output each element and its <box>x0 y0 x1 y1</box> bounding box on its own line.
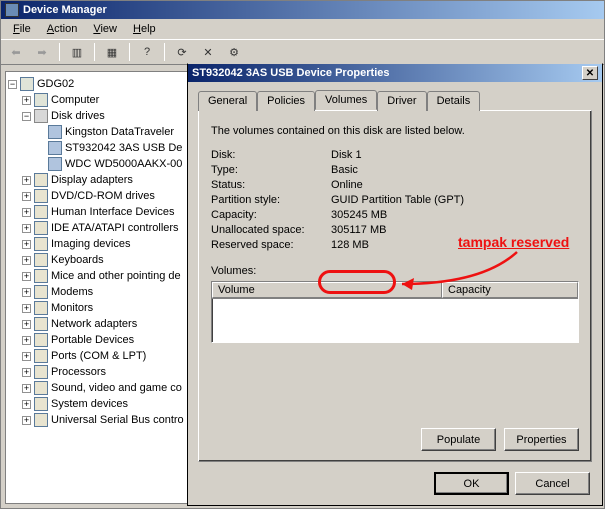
panel-description: The volumes contained on this disk are l… <box>211 125 579 137</box>
tab-details[interactable]: Details <box>427 91 481 111</box>
disk-icon <box>48 125 62 139</box>
disk-value: Disk 1 <box>331 149 362 161</box>
reserved-label: Reserved space: <box>211 239 331 251</box>
cancel-button[interactable]: Cancel <box>515 472 590 495</box>
status-value: Online <box>331 179 363 191</box>
menubar: File Action View Help <box>1 19 604 39</box>
tab-driver[interactable]: Driver <box>377 91 426 111</box>
volumes-listview[interactable]: Volume Capacity <box>211 281 579 343</box>
computer-icon <box>34 93 48 107</box>
mouse-icon <box>34 269 48 283</box>
partition-value: GUID Partition Table (GPT) <box>331 194 464 206</box>
status-label: Status: <box>211 179 331 191</box>
dialog-title: ST932042 3AS USB Device Properties <box>192 67 390 79</box>
tab-volumes[interactable]: Volumes <box>315 90 377 110</box>
menu-action[interactable]: Action <box>39 21 86 37</box>
partition-label: Partition style: <box>211 194 331 206</box>
ports-icon <box>34 349 48 363</box>
update-button[interactable]: ⚙ <box>223 42 245 62</box>
toolbar-separator <box>59 43 60 61</box>
properties-button[interactable]: Properties <box>504 428 579 451</box>
show-hide-tree-button[interactable]: ▥ <box>66 42 88 62</box>
dialog-titlebar: ST932042 3AS USB Device Properties ✕ <box>188 64 602 82</box>
volumes-section-label: Volumes: <box>211 265 579 277</box>
display-icon <box>34 173 48 187</box>
reserved-value: 128 MB <box>331 239 369 251</box>
dialog-buttons: OK Cancel <box>434 472 590 495</box>
cpu-icon <box>34 365 48 379</box>
toolbar-separator <box>129 43 130 61</box>
capacity-value: 305245 MB <box>331 209 387 221</box>
back-button[interactable]: ⬅ <box>5 42 27 62</box>
dvd-icon <box>34 189 48 203</box>
dialog-body: General Policies Volumes Driver Details … <box>188 82 602 505</box>
disk-label: Disk: <box>211 149 331 161</box>
annotation-text: tampak reserved <box>458 234 569 250</box>
disk-icon <box>48 141 62 155</box>
ide-icon <box>34 221 48 235</box>
tab-policies[interactable]: Policies <box>257 91 315 111</box>
panel-buttons: Populate Properties <box>421 428 579 451</box>
unallocated-value: 305117 MB <box>331 224 386 236</box>
uninstall-button[interactable]: ✕ <box>197 42 219 62</box>
properties-button[interactable]: ▦ <box>101 42 123 62</box>
drive-icon <box>34 109 48 123</box>
imaging-icon <box>34 237 48 251</box>
capacity-label: Capacity: <box>211 209 331 221</box>
usb-icon <box>34 413 48 427</box>
menu-file[interactable]: File <box>5 21 39 37</box>
type-value: Basic <box>331 164 358 176</box>
scan-button[interactable]: ⟳ <box>171 42 193 62</box>
toolbar-separator <box>164 43 165 61</box>
forward-button[interactable]: ➡ <box>31 42 53 62</box>
app-icon <box>5 3 19 17</box>
keyboard-icon <box>34 253 48 267</box>
monitor-icon <box>34 301 48 315</box>
sound-icon <box>34 381 48 395</box>
main-titlebar: Device Manager <box>1 1 604 19</box>
ok-button[interactable]: OK <box>434 472 509 495</box>
populate-button[interactable]: Populate <box>421 428 496 451</box>
annotation-oval <box>318 270 396 294</box>
network-icon <box>34 317 48 331</box>
menu-help[interactable]: Help <box>125 21 164 37</box>
unallocated-label: Unallocated space: <box>211 224 331 236</box>
close-button[interactable]: ✕ <box>582 66 598 80</box>
computer-icon <box>20 77 34 91</box>
help-button[interactable]: ? <box>136 42 158 62</box>
col-capacity[interactable]: Capacity <box>442 282 578 298</box>
window-title: Device Manager <box>23 4 107 16</box>
system-icon <box>34 397 48 411</box>
toolbar-separator <box>94 43 95 61</box>
hid-icon <box>34 205 48 219</box>
type-label: Type: <box>211 164 331 176</box>
portable-icon <box>34 333 48 347</box>
menu-view[interactable]: View <box>85 21 125 37</box>
tab-general[interactable]: General <box>198 91 257 111</box>
disk-icon <box>48 157 62 171</box>
modem-icon <box>34 285 48 299</box>
tabstrip: General Policies Volumes Driver Details <box>198 90 592 110</box>
toolbar: ⬅ ➡ ▥ ▦ ? ⟳ ✕ ⚙ <box>1 39 604 65</box>
